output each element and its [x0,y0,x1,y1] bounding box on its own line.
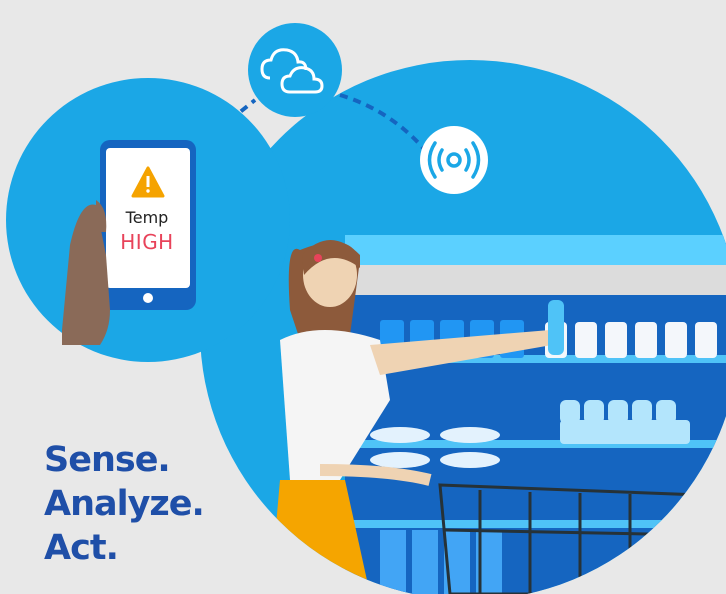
tagline: Sense. Analyze. Act. [44,438,205,570]
sensor-bubble [420,126,488,194]
tagline-act: Act. [44,528,119,568]
tagline-analyze: Analyze. [44,484,205,524]
tagline-sense: Sense. [44,440,171,480]
phone-high-label: HIGH [120,230,174,254]
phone-temp-label: Temp [125,208,169,227]
cloud-bubble [248,23,342,117]
